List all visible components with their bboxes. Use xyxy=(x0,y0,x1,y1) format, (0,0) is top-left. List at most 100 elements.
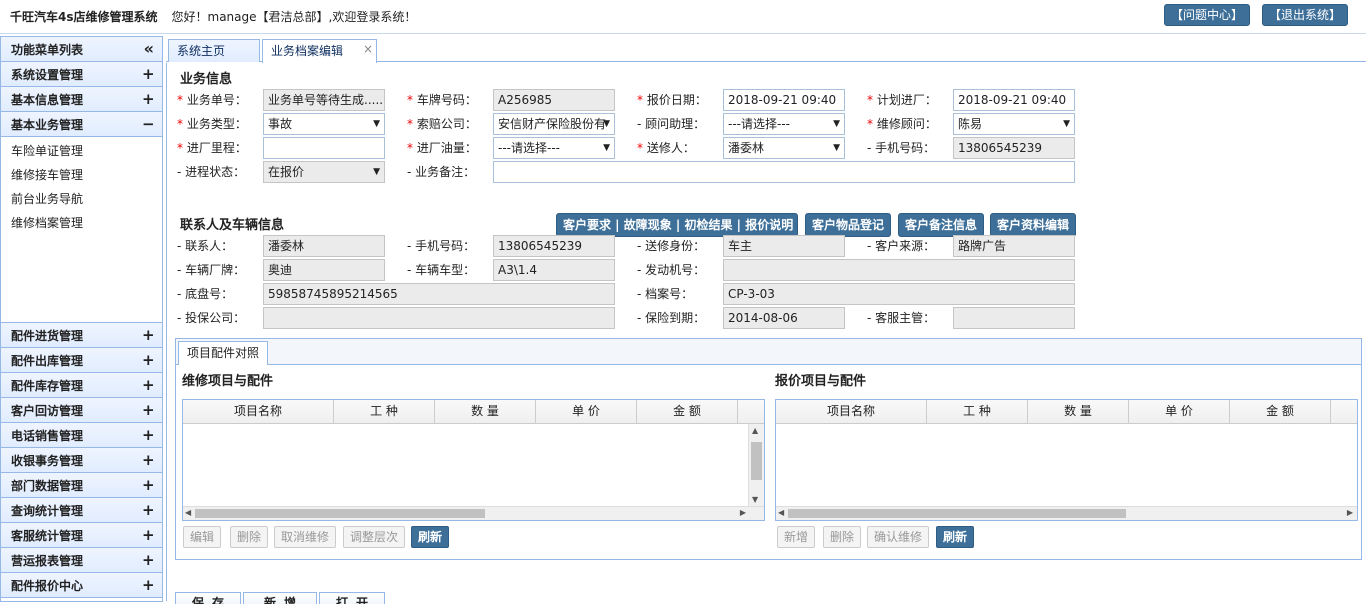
status-label: - 进程状态： xyxy=(177,165,246,179)
edit-button[interactable]: 编辑 xyxy=(183,526,222,548)
contact-phone-field: 13806545239 xyxy=(493,235,615,257)
scroll-thumb[interactable] xyxy=(788,509,1126,518)
menu-group-system-settings[interactable]: 系统设置管理 + xyxy=(1,62,162,87)
vertical-scrollbar[interactable]: ▲ ▼ xyxy=(748,424,764,506)
scroll-right-icon[interactable]: ▶ xyxy=(1347,508,1353,517)
customer-items-button[interactable]: 客户物品登记 xyxy=(805,213,891,237)
close-icon[interactable]: × xyxy=(363,38,373,60)
expand-icon: + xyxy=(142,426,155,444)
menu-group-parts-quote[interactable]: 配件报价中心 + xyxy=(1,573,162,598)
col-quantity[interactable]: 数 量 xyxy=(435,400,536,423)
menu-group-operation-reports[interactable]: 营运报表管理 + xyxy=(1,548,162,573)
menu-group-label: 客服统计管理 xyxy=(11,528,84,543)
customer-requirements-button[interactable]: 客户要求 | 故障现象 | 初检结果 | 报价说明 xyxy=(556,213,798,237)
contact-field: 潘委林 xyxy=(263,235,385,257)
business-submenu: 车险单证管理 维修接车管理 前台业务导航 维修档案管理 xyxy=(1,137,162,323)
save-button[interactable]: 保存 xyxy=(175,592,241,604)
plan-date-label: * 计划进厂： xyxy=(867,93,937,107)
parts-subpanel: 项目配件对照 维修项目与配件 项目名称 工 种 数 量 单 价 金 额 ▲ ▼ xyxy=(175,338,1362,560)
col-amount[interactable]: 金 额 xyxy=(637,400,738,423)
submenu-front-navigation[interactable]: 前台业务导航 xyxy=(1,187,162,211)
scroll-thumb[interactable] xyxy=(751,442,762,480)
expand-icon: + xyxy=(142,551,155,569)
submenu-repair-archives[interactable]: 维修档案管理 xyxy=(1,211,162,235)
menu-group-department-data[interactable]: 部门数据管理 + xyxy=(1,473,162,498)
expand-icon: + xyxy=(142,576,155,594)
order-no-field: 业务单号等待生成...... xyxy=(263,89,385,111)
remark-input[interactable] xyxy=(493,161,1075,183)
menu-group-label: 基本信息管理 xyxy=(11,92,84,107)
help-center-button[interactable]: 【问题中心】 xyxy=(1163,4,1250,26)
menu-group-phone-sales[interactable]: 电话销售管理 + xyxy=(1,423,162,448)
menu-group-cashier[interactable]: 收银事务管理 + xyxy=(1,448,162,473)
menu-group-service-stats[interactable]: 客服统计管理 + xyxy=(1,523,162,548)
new-button[interactable]: 新增 xyxy=(243,592,317,604)
business-type-select[interactable]: 事故 xyxy=(263,113,385,135)
adjust-level-button[interactable]: 调整层次 xyxy=(343,526,406,548)
archive-field: CP-3-03 xyxy=(723,283,1075,305)
menu-group-parts-outbound[interactable]: 配件出库管理 + xyxy=(1,348,162,373)
menu-group-basic-info[interactable]: 基本信息管理 + xyxy=(1,87,162,112)
scroll-right-icon[interactable]: ▶ xyxy=(740,508,746,517)
submenu-repair-reception[interactable]: 维修接车管理 xyxy=(1,163,162,187)
expand-icon: + xyxy=(142,65,155,83)
type-label: * 业务类型： xyxy=(177,117,247,131)
col-unit-price[interactable]: 单 价 xyxy=(1129,400,1230,423)
scroll-thumb[interactable] xyxy=(195,509,485,518)
sidebar-title: 功能菜单列表 xyxy=(11,42,84,57)
model-field: A3\1.4 xyxy=(493,259,615,281)
advisor-select[interactable]: 陈易 xyxy=(953,113,1075,135)
col-unit-price[interactable]: 单 价 xyxy=(536,400,637,423)
col-item-name[interactable]: 项目名称 xyxy=(776,400,927,423)
col-amount[interactable]: 金 额 xyxy=(1230,400,1331,423)
customer-profile-button[interactable]: 客户资料编辑 xyxy=(990,213,1076,237)
assistant-select[interactable]: ---请选择--- xyxy=(723,113,845,135)
mileage-input[interactable] xyxy=(263,137,385,159)
refresh-quote-button[interactable]: 刷新 xyxy=(936,526,975,548)
open-button[interactable]: 打开 xyxy=(319,592,385,604)
refresh-repair-button[interactable]: 刷新 xyxy=(411,526,450,548)
source-field: 路牌广告 xyxy=(953,235,1075,257)
logout-button[interactable]: 【退出系统】 xyxy=(1261,4,1348,26)
status-select[interactable]: 在报价 xyxy=(263,161,385,183)
sender-select[interactable]: 潘委林 xyxy=(723,137,845,159)
scroll-left-icon[interactable]: ◀ xyxy=(185,508,191,517)
confirm-repair-button[interactable]: 确认维修 xyxy=(867,526,930,548)
scroll-up-icon[interactable]: ▲ xyxy=(752,426,758,435)
quote-grid-body xyxy=(776,424,1357,506)
delete-quote-button[interactable]: 删除 xyxy=(823,526,862,548)
scroll-down-icon[interactable]: ▼ xyxy=(752,495,758,504)
customer-notes-button[interactable]: 客户备注信息 xyxy=(898,213,984,237)
menu-group-basic-business[interactable]: 基本业务管理 − xyxy=(1,112,162,137)
submenu-insurance-docs[interactable]: 车险单证管理 xyxy=(1,139,162,163)
quote-date-field[interactable]: 2018-09-21 09:40 xyxy=(723,89,845,111)
col-work-type[interactable]: 工 种 xyxy=(334,400,435,423)
ins-company-field xyxy=(263,307,615,329)
system-title: 千旺汽车4s店维修管理系统 xyxy=(10,10,158,24)
horizontal-scrollbar[interactable]: ◀ ▶ xyxy=(776,506,1357,520)
col-quantity[interactable]: 数 量 xyxy=(1028,400,1129,423)
collapse-icon[interactable]: « xyxy=(144,41,154,57)
menu-group-query-stats[interactable]: 查询统计管理 + xyxy=(1,498,162,523)
insurer-select[interactable]: 安信财产保险股份有 xyxy=(493,113,615,135)
tab-home[interactable]: 系统主页 xyxy=(168,39,260,62)
plate-field[interactable]: A256985 xyxy=(493,89,615,111)
horizontal-scrollbar[interactable]: ◀ ▶ xyxy=(183,506,764,520)
col-item-name[interactable]: 项目名称 xyxy=(183,400,334,423)
menu-group-parts-purchase[interactable]: 配件进货管理 + xyxy=(1,323,162,348)
tab-archive-edit[interactable]: 业务档案编辑 × xyxy=(262,39,377,63)
menu-group-label: 电话销售管理 xyxy=(11,428,84,443)
delete-button[interactable]: 删除 xyxy=(230,526,269,548)
tab-parts-compare[interactable]: 项目配件对照 xyxy=(178,341,269,365)
scroll-left-icon[interactable]: ◀ xyxy=(778,508,784,517)
mileage-label: * 进厂里程： xyxy=(177,141,247,155)
repair-grid-header: 项目名称 工 种 数 量 单 价 金 额 xyxy=(183,400,764,424)
menu-group-customer-visit[interactable]: 客户回访管理 + xyxy=(1,398,162,423)
menu-group-parts-stock[interactable]: 配件库存管理 + xyxy=(1,373,162,398)
fuel-select[interactable]: ---请选择--- xyxy=(493,137,615,159)
plan-date-field[interactable]: 2018-09-21 09:40 xyxy=(953,89,1075,111)
sender-label: * 送修人： xyxy=(637,141,695,155)
add-button[interactable]: 新增 xyxy=(777,526,816,548)
cancel-repair-button[interactable]: 取消维修 xyxy=(274,526,337,548)
col-work-type[interactable]: 工 种 xyxy=(927,400,1028,423)
